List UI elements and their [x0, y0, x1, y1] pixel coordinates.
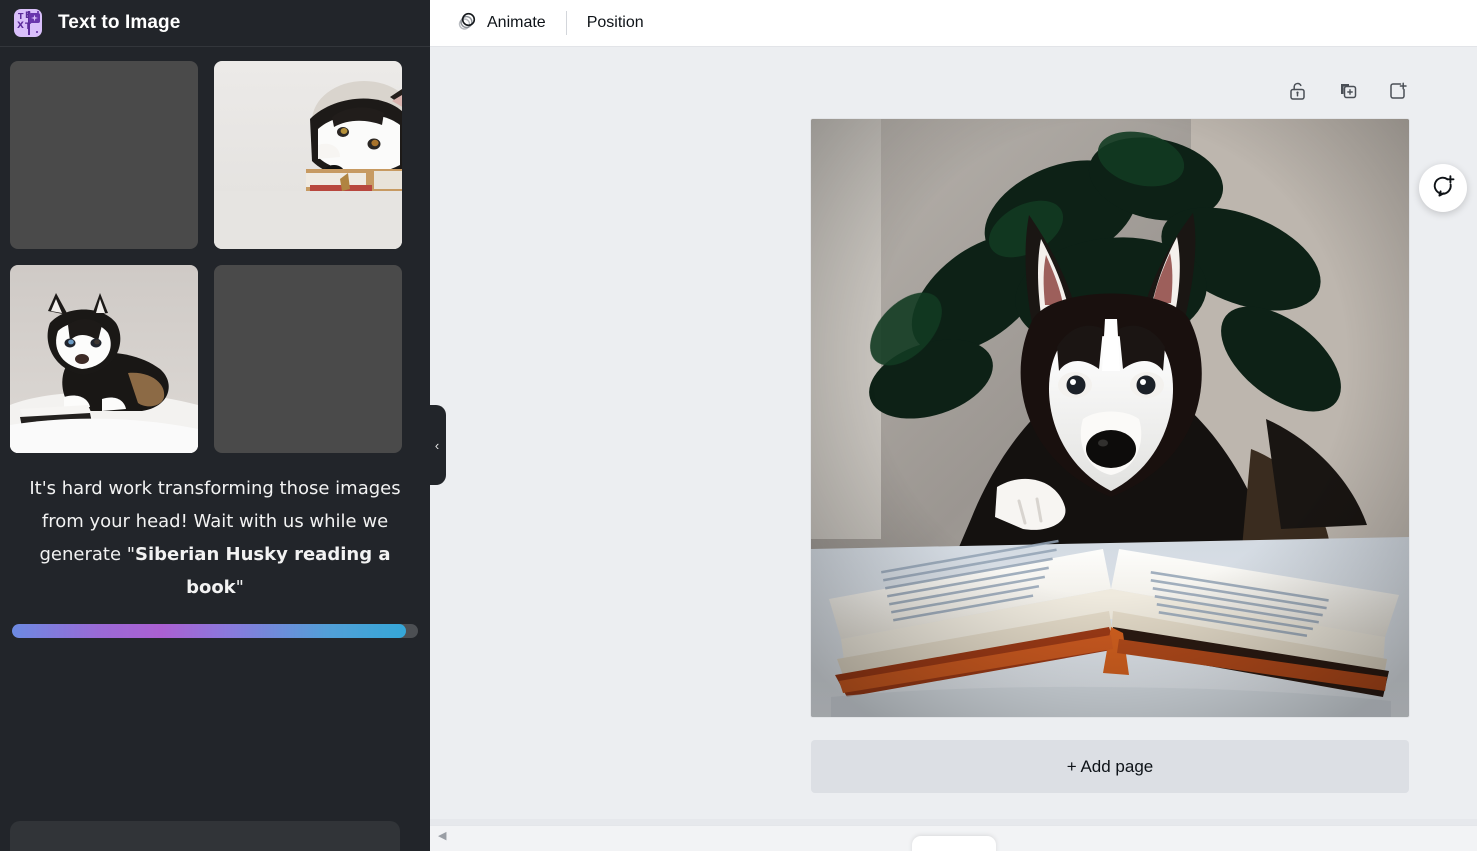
- app-icon-dot: [37, 11, 39, 13]
- generated-image-grid: [0, 47, 430, 453]
- generated-husky-image: [811, 119, 1409, 717]
- canvas-bottom-bar: ◀: [430, 825, 1477, 851]
- comment-plus-icon: [1430, 173, 1456, 204]
- page-tools: [1287, 80, 1409, 102]
- sidebar-header: T E X T Text to Image: [0, 0, 430, 47]
- add-page-icon[interactable]: [1387, 80, 1409, 102]
- status-prompt-text: Siberian Husky reading a book: [135, 544, 391, 598]
- generation-status-message: It's hard work transforming those images…: [24, 472, 406, 604]
- position-button[interactable]: Position: [579, 6, 652, 40]
- duplicate-page-icon[interactable]: [1337, 80, 1359, 102]
- text-to-image-app-icon: T E X T: [14, 9, 42, 37]
- app-icon-letter-t2: T: [25, 22, 32, 32]
- toolbar-divider: [565, 11, 567, 35]
- husky-thumbnail-image: [10, 265, 198, 453]
- app-icon-letter-x: X: [17, 21, 24, 31]
- chevron-left-icon: ‹: [434, 437, 440, 453]
- generation-progress-fill: [12, 624, 406, 638]
- editor-main: Animate Position + Add page ◀: [430, 0, 1477, 851]
- text-to-image-editor: T E X T Text to Image: [0, 0, 1477, 851]
- thumbnail-placeholder-1[interactable]: [10, 61, 198, 249]
- animate-label: Animate: [487, 14, 546, 31]
- zoom-control[interactable]: [911, 836, 996, 851]
- animate-icon: [456, 10, 478, 37]
- status-text-suffix: ": [235, 577, 244, 598]
- editor-toolbar: Animate Position: [430, 0, 1477, 47]
- app-icon-dot: [35, 30, 38, 33]
- generation-progress-bar: [12, 624, 418, 638]
- sparkle-badge-icon: [29, 13, 40, 23]
- animate-button[interactable]: Animate: [448, 6, 554, 40]
- sidebar-collapse-handle[interactable]: ‹: [430, 405, 446, 485]
- thumbnail-result-2[interactable]: [214, 61, 402, 249]
- chevron-left-icon[interactable]: ◀: [438, 831, 446, 842]
- husky-thumbnail-image: [214, 61, 402, 249]
- add-page-button[interactable]: + Add page: [811, 740, 1409, 793]
- app-icon-letter-t1: T: [18, 12, 24, 21]
- canvas-area: + Add page: [430, 47, 1477, 851]
- thumbnail-result-3[interactable]: [10, 265, 198, 453]
- canvas-page[interactable]: [811, 119, 1409, 717]
- page-title: Text to Image: [58, 12, 181, 33]
- add-comment-button[interactable]: [1419, 164, 1467, 212]
- text-to-image-sidebar: T E X T Text to Image: [0, 0, 430, 851]
- prompt-input-panel[interactable]: [10, 821, 400, 851]
- unlock-icon[interactable]: [1287, 80, 1309, 102]
- thumbnail-placeholder-4[interactable]: [214, 265, 402, 453]
- position-label: Position: [586, 14, 644, 31]
